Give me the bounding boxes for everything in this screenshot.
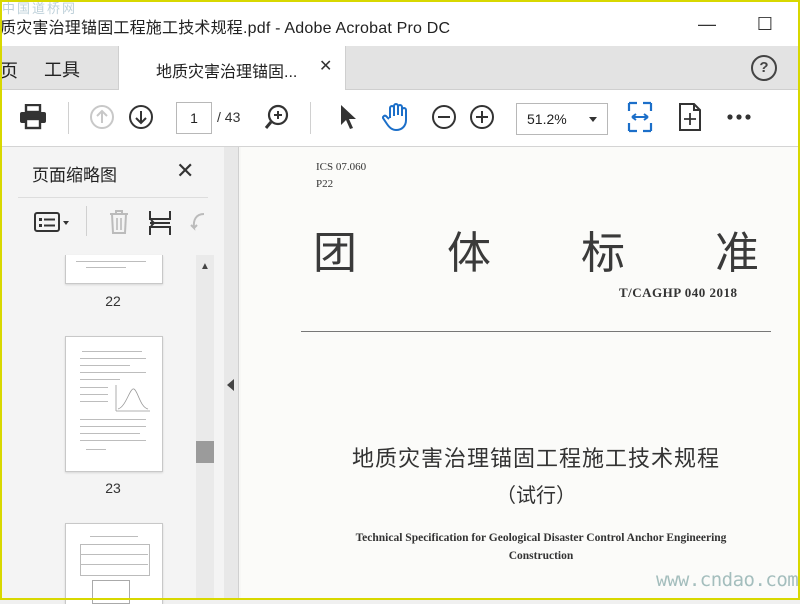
thumb-figure [92, 580, 130, 604]
trash-icon[interactable] [108, 209, 130, 240]
thumb-text-line [80, 433, 140, 434]
thumbnail-page-24[interactable] [65, 523, 163, 604]
thumb-table [80, 544, 150, 576]
thumb-text-line [82, 351, 142, 352]
page-total: / 43 [217, 109, 241, 125]
panel-toolbar [18, 197, 208, 242]
close-panel-icon[interactable]: ✕ [176, 158, 194, 184]
zoom-value: 51.2% [527, 111, 567, 127]
next-page-icon[interactable] [127, 102, 155, 132]
zoom-out-icon[interactable] [430, 102, 458, 132]
toolbar-divider [68, 102, 69, 134]
scrollbar-thumb[interactable] [196, 441, 214, 463]
find-zoom-icon[interactable] [262, 102, 292, 132]
window-title: 质灾害治理锚固工程施工技术规程.pdf - Adobe Acrobat Pro … [0, 20, 451, 37]
thumb-text-line [86, 449, 106, 450]
document-view[interactable]: ICS 07.060 P22 团 体 标 准 T/CAGHP 040 2018 … [239, 147, 800, 600]
thumb-text-line [80, 379, 120, 380]
thumbnail-page-label: 22 [105, 293, 121, 309]
collapse-panel-icon[interactable] [227, 379, 234, 391]
thumb-text-line [80, 387, 108, 388]
select-arrow-icon[interactable] [335, 102, 359, 132]
prev-page-icon[interactable] [88, 102, 116, 132]
hand-tool-icon[interactable] [379, 102, 413, 132]
thumb-text-line [86, 267, 126, 268]
standard-type-char: 准 [715, 228, 759, 279]
panel-splitter[interactable] [224, 147, 239, 600]
ics-code: ICS 07.060 [316, 161, 367, 173]
undo-icon[interactable] [190, 210, 206, 241]
thumb-text-line [80, 554, 148, 555]
english-title-line: Technical Specification for Geological D… [355, 532, 727, 544]
minimize-button[interactable]: — [692, 10, 722, 38]
thumb-text-line [76, 261, 146, 262]
close-tab-icon[interactable]: ✕ [319, 56, 332, 76]
thumbnail-panel: 页面缩略图 ✕ 22 23 ▲ [0, 147, 225, 604]
tab-bar: 页 工具 地质灾害治理锚固... ✕ ? [0, 46, 800, 90]
thumb-text-line [80, 419, 146, 420]
panel-title: 页面缩略图 [32, 166, 117, 185]
tab-document[interactable]: 地质灾害治理锚固... ✕ [118, 46, 346, 90]
pdf-page: ICS 07.060 P22 团 体 标 准 T/CAGHP 040 2018 … [241, 147, 800, 600]
thumb-text-line [80, 440, 146, 441]
thumb-text-line [80, 426, 146, 427]
fit-width-icon[interactable] [626, 101, 654, 133]
toolbar: 1 / 43 51.2% [0, 90, 800, 147]
thumb-text-line [80, 358, 146, 359]
maximize-button[interactable]: ☐ [750, 10, 780, 38]
more-icon[interactable] [725, 102, 753, 132]
horizontal-rule [301, 331, 771, 332]
chinese-title: 地质灾害治理锚固工程施工技术规程 [351, 447, 720, 472]
thumbnail-page-22[interactable] [65, 255, 163, 284]
thumbnail-page-23[interactable] [65, 336, 163, 472]
standard-number: T/CAGHP 040 2018 [619, 285, 738, 300]
thumb-text-line [90, 536, 138, 537]
zoom-select[interactable]: 51.2% [516, 103, 608, 135]
thumb-figure [115, 385, 150, 412]
page-number-input[interactable]: 1 [176, 102, 212, 134]
title-bar: 中国道桥网 质灾害治理锚固工程施工技术规程.pdf - Adobe Acroba… [0, 0, 800, 46]
panel-scrollbar[interactable]: ▲ [196, 255, 214, 600]
zoom-in-icon[interactable] [468, 102, 496, 132]
tab-tools[interactable]: 工具 [44, 56, 80, 82]
options-menu-icon[interactable] [34, 211, 72, 238]
chevron-down-icon [589, 117, 597, 122]
thumb-text-line [80, 401, 108, 402]
rotate-fit-icon[interactable] [676, 102, 704, 132]
classification-code: P22 [316, 178, 334, 190]
standard-type-char: 体 [447, 228, 491, 279]
thumb-text-line [80, 394, 108, 395]
help-icon[interactable]: ? [751, 55, 777, 81]
toolbar-divider [310, 102, 311, 134]
thumb-text-line [80, 365, 130, 366]
thumbnail-page-label: 23 [105, 480, 121, 496]
standard-type-char: 团 [313, 228, 357, 279]
english-title-line: Construction [508, 550, 574, 562]
site-watermark: www.cndao.com [656, 569, 799, 591]
tab-home[interactable]: 页 [0, 57, 18, 83]
thumb-text-line [80, 372, 146, 373]
standard-type-char: 标 [581, 228, 625, 279]
scroll-up-icon[interactable]: ▲ [200, 261, 210, 272]
trial-note: （试行） [496, 483, 576, 507]
panel-divider [86, 206, 87, 236]
thumb-text-line [80, 564, 148, 565]
insert-page-icon[interactable] [148, 209, 172, 242]
english-title: Technical Specification for Geological D… [311, 529, 771, 565]
print-icon[interactable] [18, 102, 48, 132]
document-tab-label: 地质灾害治理锚固... [156, 64, 298, 81]
